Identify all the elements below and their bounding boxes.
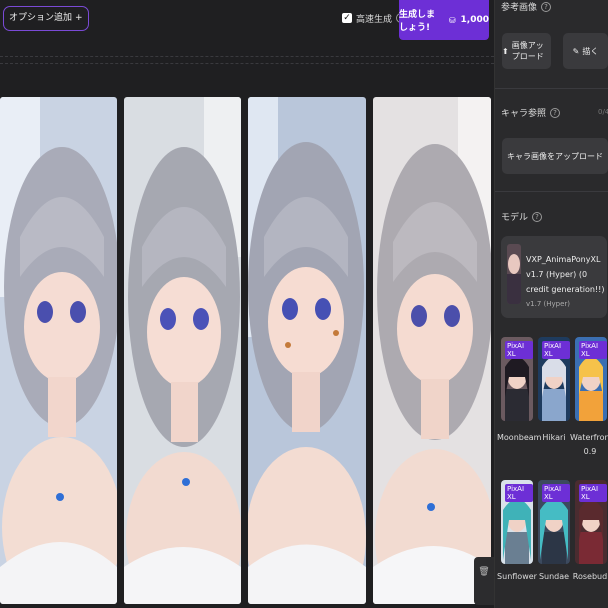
generated-image-3[interactable]	[248, 97, 366, 604]
model-option-rosebud[interactable]: PixAI XL	[575, 480, 607, 564]
generate-cost: 1,000	[460, 15, 489, 25]
generated-image-1[interactable]	[0, 97, 117, 604]
model-label-waterfront: Waterfront 0.9	[570, 433, 608, 456]
fast-generation-label: 高速生成	[356, 14, 393, 25]
character-ref-title: キャラ参照 ?	[501, 106, 561, 119]
character-ref-label: キャラ参照	[501, 109, 547, 119]
checkbox-checked-icon[interactable]: ✓	[342, 13, 352, 23]
model-label-hikari: Hikari	[542, 433, 566, 442]
model-badge: PixAI XL	[542, 341, 570, 359]
model-option-waterfront[interactable]: PixAI XL	[575, 337, 607, 421]
divider	[0, 56, 494, 64]
generated-image-2[interactable]	[124, 97, 241, 604]
model-label-sunflower: Sunflower	[497, 572, 537, 581]
draw-button[interactable]: ✎ 描く	[563, 33, 608, 69]
plus-icon: +	[75, 13, 83, 23]
main-area: オプション追加 + ✓ 高速生成 ? 生成しましょう! ⛁ 1,000	[0, 0, 494, 608]
generated-image-4[interactable]	[373, 97, 491, 604]
generate-button[interactable]: 生成しましょう! ⛁ 1,000	[399, 0, 489, 40]
pen-icon: ✎	[572, 46, 580, 56]
help-icon[interactable]: ?	[532, 211, 543, 222]
character-ref-count: 0/4	[598, 108, 608, 116]
model-option-hikari[interactable]: PixAI XL	[538, 337, 570, 421]
help-icon[interactable]: ?	[550, 107, 561, 118]
reference-image-title: 参考画像 ?	[501, 0, 552, 13]
model-badge: PixAI XL	[579, 484, 607, 502]
upload-image-button[interactable]: ⬆ 画像アップロード	[502, 33, 551, 69]
anime-girl-image	[248, 97, 366, 604]
draw-label: 描く	[582, 46, 599, 56]
upload-icon: ⬆	[502, 46, 509, 56]
anime-girl-image	[0, 97, 117, 604]
model-badge: PixAI XL	[505, 484, 533, 502]
model-badge: PixAI XL	[579, 341, 607, 359]
help-icon[interactable]: ?	[541, 1, 552, 12]
divider	[495, 88, 608, 89]
anime-girl-image	[124, 97, 241, 604]
top-toolbar: オプション追加 + ✓ 高速生成 ? 生成しましょう! ⛁ 1,000	[0, 0, 494, 40]
model-label: モデル	[501, 213, 529, 223]
selected-model-card[interactable]: VXP_AnimaPonyXL v1.7 (Hyper) (0 credit g…	[501, 236, 607, 318]
model-option-moonbeam[interactable]: PixAI XL	[501, 337, 533, 421]
model-option-sundae[interactable]: PixAI XL	[538, 480, 570, 564]
option-add-label: オプション追加	[9, 13, 73, 23]
model-label-moonbeam: Moonbeam	[497, 433, 542, 442]
model-label-rosebud: Rosebud	[572, 572, 608, 581]
selected-model-version: v1.7 (Hyper)	[526, 300, 570, 308]
upload-character-button[interactable]: キャラ画像をアップロード	[502, 138, 608, 174]
selected-model-name: VXP_AnimaPonyXL v1.7 (Hyper) (0 credit g…	[526, 255, 605, 294]
model-title: モデル ?	[501, 210, 543, 223]
credit-icon: ⛁	[448, 15, 456, 25]
model-badge: PixAI XL	[505, 341, 533, 359]
divider	[495, 191, 608, 192]
trash-icon[interactable]: 🗑	[474, 557, 494, 605]
upload-image-label: 画像アップロード	[511, 41, 544, 61]
fast-generation-toggle[interactable]: ✓ 高速生成 ?	[342, 10, 407, 26]
anime-girl-image	[373, 97, 491, 604]
model-option-sunflower[interactable]: PixAI XL	[501, 480, 533, 564]
generate-label: 生成しましょう!	[399, 10, 436, 33]
reference-image-label: 参考画像	[501, 3, 538, 13]
option-add-button[interactable]: オプション追加 +	[3, 6, 89, 31]
model-label-sundae: Sundae	[538, 572, 570, 581]
upload-character-label: キャラ画像をアップロード	[507, 151, 603, 161]
model-badge: PixAI XL	[542, 484, 570, 502]
model-thumbnail	[507, 244, 521, 304]
